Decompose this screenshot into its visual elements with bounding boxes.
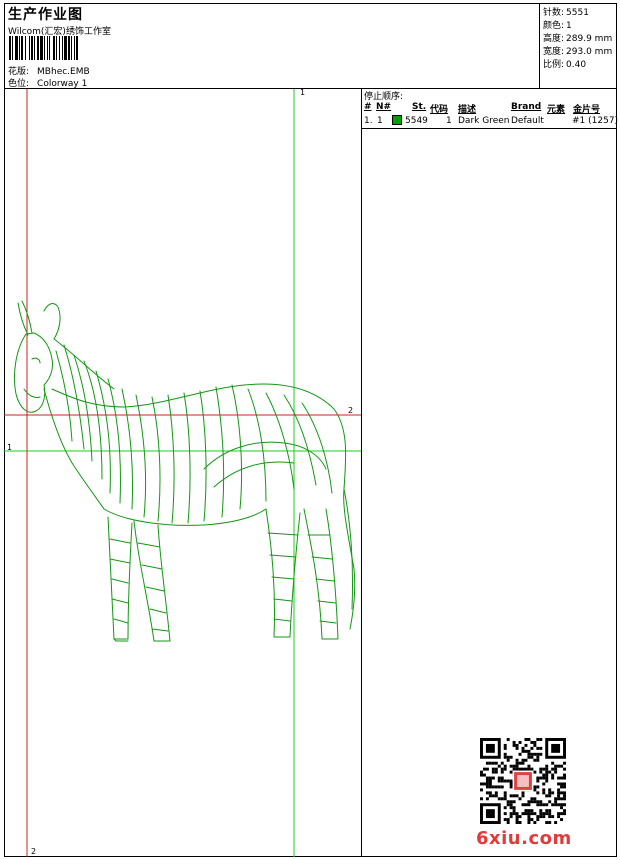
row-divider <box>362 128 617 129</box>
row-1-stitches: 5549 <box>405 116 428 126</box>
guide-label-v-green: 1 <box>300 89 306 97</box>
stat-width: 宽度: 293.0 mm <box>543 47 613 57</box>
belly-line <box>103 508 267 526</box>
col-st: St. <box>412 102 427 112</box>
hind-leg-left <box>265 508 301 638</box>
row-1-brand: Default <box>511 116 544 126</box>
row-1-desc: Dark Green <box>458 116 510 126</box>
colorway-value: Colorway 1 <box>37 79 88 89</box>
eye <box>31 357 41 364</box>
stat-height: 高度: 289.9 mm <box>543 34 613 44</box>
neck-front <box>43 388 105 510</box>
guide-label-h-green: 1 <box>7 443 13 452</box>
row-1-code: 1 <box>446 116 452 126</box>
front-leg-right <box>133 520 171 642</box>
col-n: N# <box>376 102 392 112</box>
neck-mane <box>53 338 115 390</box>
colorway-label: 色位: <box>8 79 30 89</box>
zebra-embroidery-drawing <box>4 89 361 857</box>
col-code: 代码 <box>430 105 449 115</box>
colorway-row: 色位: Colorway 1 <box>8 76 87 89</box>
stat-colors: 颜色: 1 <box>543 21 572 31</box>
barcode <box>9 36 123 60</box>
design-stats: 针数: 5551 颜色: 1 高度: 289.9 mm 宽度: 293.0 mm 比例:… <box>540 3 617 89</box>
col-num: # <box>364 102 372 112</box>
back-line <box>51 383 356 630</box>
col-brand: Brand <box>511 102 542 112</box>
stat-stitches: 针数: 5551 <box>543 8 589 18</box>
col-desc: 描述 <box>458 105 477 115</box>
stat-scale: 比例: 0.40 <box>543 60 587 70</box>
guide-label-v-red: 2 <box>31 847 37 856</box>
muzzle <box>23 388 41 398</box>
sheet-title: 生产作业图 <box>8 7 83 23</box>
guide-label-h-red: 2 <box>348 406 354 415</box>
row-1-seq: #1 (1257) <box>572 116 619 126</box>
row-1-n: 1 <box>377 116 383 126</box>
col-elem: 元素 <box>547 105 566 115</box>
tail <box>343 488 354 610</box>
stop-sequence-title: 停止顺序: <box>364 92 404 102</box>
header-info: 生产作业图 Wilcom(汇宏)绣饰工作室 花版: MBhec.EMB 色位: Co… <box>4 3 540 89</box>
row-1-num: 1. <box>364 116 373 126</box>
zebra-outline <box>13 300 356 642</box>
col-seq: 金片号 <box>573 105 601 115</box>
site-watermark: 6xiu.com <box>476 828 572 849</box>
design-preview: 1 1 2 2 <box>4 89 362 857</box>
ear-right <box>43 303 61 340</box>
qr-code <box>480 738 566 824</box>
hind-leg-right <box>303 508 339 640</box>
color-swatch <box>392 115 402 125</box>
